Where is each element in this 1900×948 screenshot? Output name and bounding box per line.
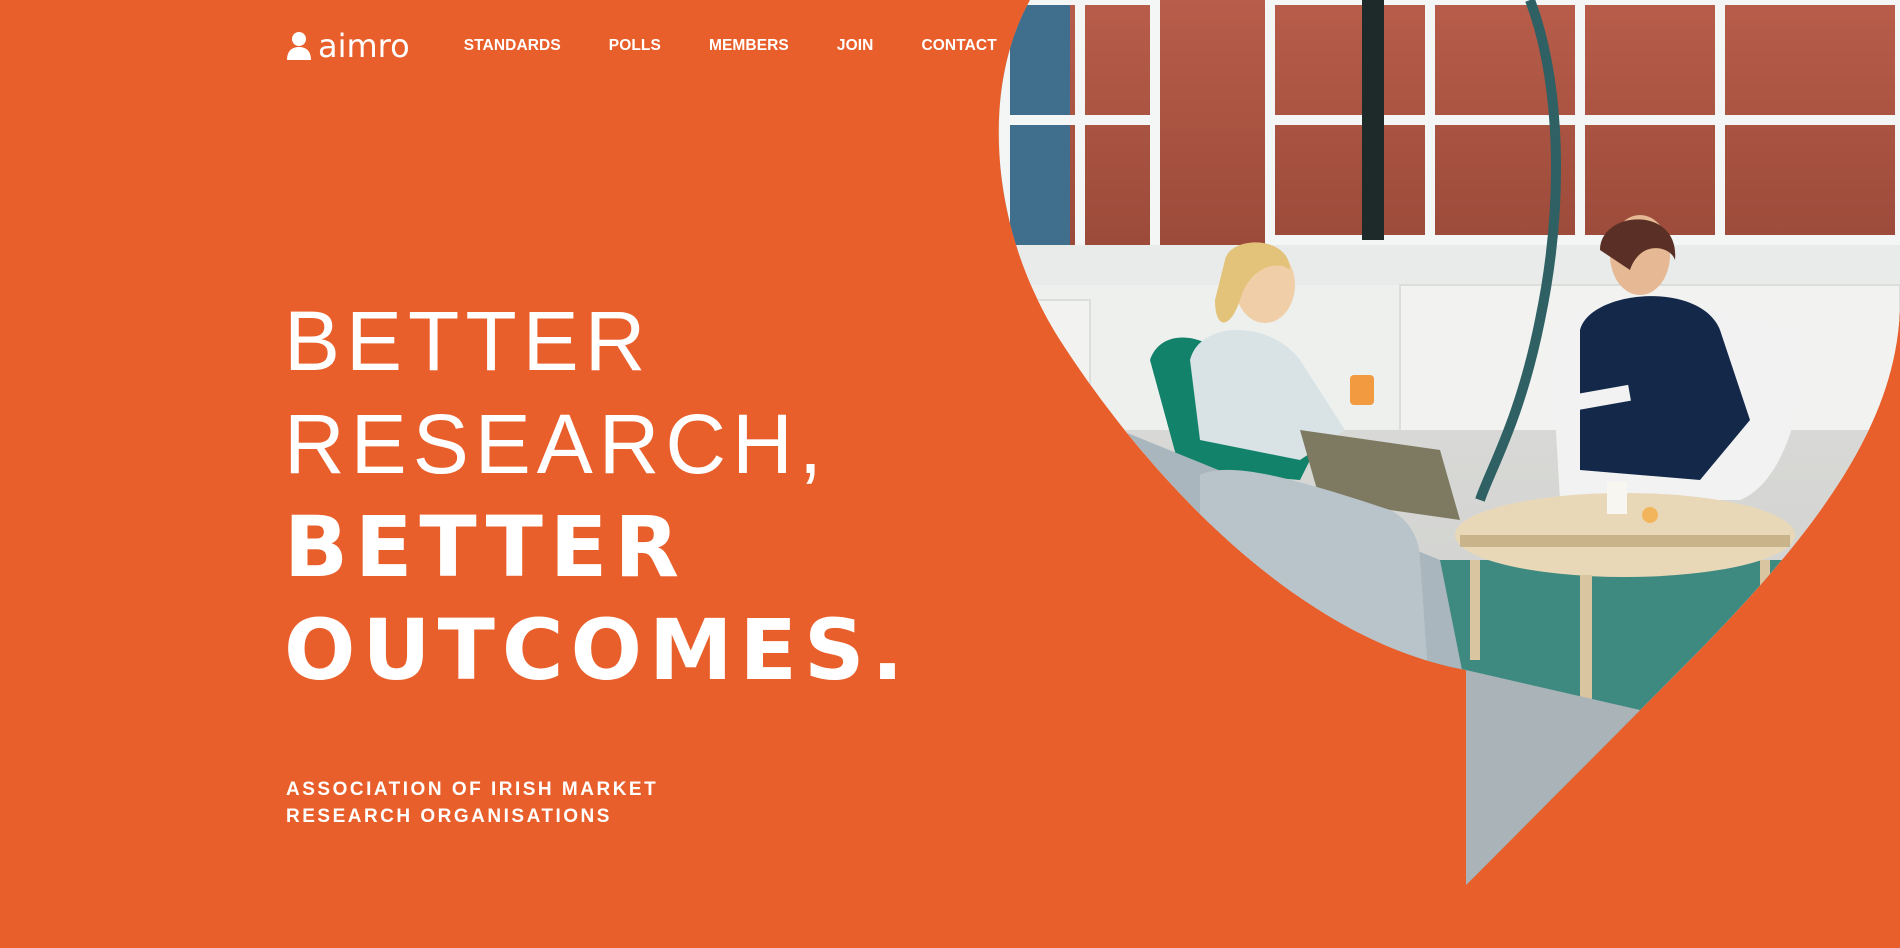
site-header: aimro STANDARDS POLLS MEMBERS JOIN CONTA… <box>286 28 997 64</box>
nav-standards[interactable]: STANDARDS <box>464 37 561 55</box>
headline-line-4: OUTCOMES. <box>284 601 911 699</box>
subtitle-line-1: ASSOCIATION OF IRISH MARKET <box>286 779 659 800</box>
nav-join[interactable]: JOIN <box>837 37 874 55</box>
hero-headline: BETTER RESEARCH, BETTER OUTCOMES. <box>284 290 910 702</box>
logo-link[interactable]: aimro <box>286 30 410 62</box>
hero-subtitle: ASSOCIATION OF IRISH MARKET RESEARCH ORG… <box>286 776 658 830</box>
headline-line-2: RESEARCH, <box>284 397 829 491</box>
nav-contact[interactable]: CONTACT <box>921 37 996 55</box>
logo-text: aimro <box>318 27 410 65</box>
person-icon <box>287 32 311 60</box>
main-nav: STANDARDS POLLS MEMBERS JOIN CONTACT <box>464 37 997 55</box>
subtitle-line-2: RESEARCH ORGANISATIONS <box>286 806 612 827</box>
page: aimro STANDARDS POLLS MEMBERS JOIN CONTA… <box>0 0 1900 948</box>
headline-line-1: BETTER <box>284 294 652 388</box>
nav-members[interactable]: MEMBERS <box>709 37 789 55</box>
headline-line-3: BETTER <box>284 498 686 596</box>
nav-polls[interactable]: POLLS <box>609 37 661 55</box>
